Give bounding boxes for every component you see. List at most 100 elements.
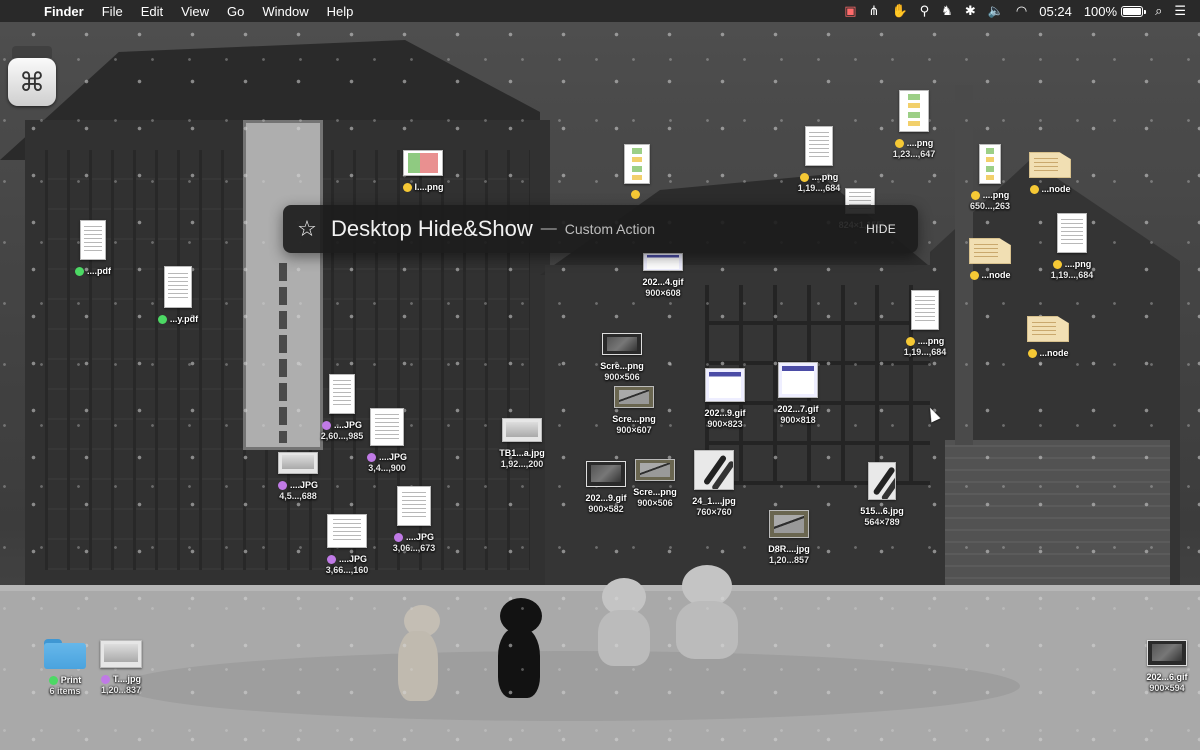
- desktop-file[interactable]: 202...4.gif 900×608: [618, 253, 708, 299]
- file-thumbnail[interactable]: [397, 486, 431, 526]
- file-label: 202...4.gif: [618, 277, 708, 288]
- file-thumbnail[interactable]: [899, 90, 929, 132]
- desktop-file[interactable]: ....JPG 3,66...,160: [302, 514, 392, 576]
- desktop-file[interactable]: Scre...png 900×506: [577, 333, 667, 383]
- desktop-file[interactable]: ...node: [1003, 316, 1093, 359]
- file-thumbnail[interactable]: [1057, 213, 1087, 253]
- menu-help[interactable]: Help: [318, 4, 363, 19]
- file-thumbnail[interactable]: [80, 220, 106, 260]
- desktop-file[interactable]: ....png 1,19...,684: [880, 290, 970, 358]
- file-thumbnail[interactable]: [769, 510, 809, 538]
- desktop-file[interactable]: ....JPG 4,5...,688: [253, 452, 343, 502]
- desktop-file[interactable]: Scre...png 900×607: [589, 386, 679, 436]
- file-info: 900×506: [604, 372, 640, 382]
- battery-status[interactable]: 100%: [1078, 4, 1149, 19]
- desktop-file[interactable]: 202...6.gif 900×594: [1122, 640, 1200, 694]
- file-name: 202...7.gif: [777, 404, 819, 414]
- desktop-file[interactable]: ...node: [1005, 152, 1095, 195]
- file-thumbnail[interactable]: [643, 253, 683, 271]
- file-info: 650...,263: [969, 201, 1011, 211]
- tag-dot-icon: [969, 271, 979, 280]
- desktop-file[interactable]: 24_1....jpg 760×760: [669, 450, 759, 518]
- file-thumbnail[interactable]: [868, 462, 896, 500]
- file-thumbnail[interactable]: [100, 640, 142, 668]
- menu-view[interactable]: View: [172, 4, 218, 19]
- menu-window[interactable]: Window: [253, 4, 317, 19]
- file-thumbnail[interactable]: [911, 290, 939, 330]
- file-info: 1,19...,684: [1050, 270, 1094, 280]
- file-label: T....jpg: [76, 674, 166, 685]
- file-name: ....JPG: [405, 532, 434, 542]
- file-label: 202...6.gif: [1122, 672, 1200, 683]
- hide-button[interactable]: HIDE: [866, 222, 896, 236]
- file-info: 900×607: [616, 425, 652, 435]
- file-thumbnail[interactable]: [614, 386, 654, 408]
- tag-dot-icon: [1029, 185, 1039, 194]
- hud-separator: —: [540, 220, 557, 237]
- volume-icon[interactable]: 🔈: [982, 3, 1010, 19]
- file-label: ...y.pdf: [133, 314, 223, 325]
- calendar-badge-icon[interactable]: ▣: [838, 3, 862, 19]
- file-thumbnail[interactable]: [979, 144, 1001, 184]
- menu-go[interactable]: Go: [218, 4, 253, 19]
- file-name: 515...6.jpg: [860, 506, 904, 516]
- file-thumbnail[interactable]: [705, 368, 745, 402]
- file-thumbnail[interactable]: [403, 150, 443, 176]
- menu-app-name[interactable]: Finder: [40, 4, 93, 19]
- desktop-file[interactable]: D8R....jpg 1,20...857: [744, 510, 834, 566]
- custom-action-hud: ☆ Desktop Hide&Show — Custom Action HIDE: [283, 205, 918, 253]
- file-thumbnail[interactable]: [1027, 316, 1069, 342]
- file-thumbnail[interactable]: [969, 238, 1011, 264]
- desktop-file[interactable]: I....png: [378, 150, 468, 193]
- desktop-file[interactable]: 202...7.gif 900×818: [753, 362, 843, 426]
- file-label: 202...7.gif: [753, 404, 843, 415]
- file-name: ...node: [981, 270, 1011, 280]
- file-name: ....JPG: [378, 452, 407, 462]
- file-thumbnail[interactable]: [602, 333, 642, 355]
- desktop-file[interactable]: ....pdf: [48, 220, 138, 277]
- desktop-file[interactable]: ....png 1,19...,684: [1027, 213, 1117, 281]
- desktop-file[interactable]: ...y.pdf: [133, 266, 223, 325]
- file-thumbnail[interactable]: [694, 450, 734, 490]
- bluetooth-icon[interactable]: ✱: [959, 3, 982, 19]
- file-name: Scre...png: [612, 414, 656, 424]
- file-name: ....JPG: [338, 554, 367, 564]
- desktop-file[interactable]: ....png 1,19...,684: [774, 126, 864, 194]
- menu-edit[interactable]: Edit: [132, 4, 172, 19]
- desktop-file[interactable]: ....JPG 3,4...,900: [342, 408, 432, 474]
- menu-file[interactable]: File: [93, 4, 132, 19]
- file-thumbnail[interactable]: [164, 266, 192, 308]
- broom-icon[interactable]: ⚲: [914, 3, 936, 19]
- pitchfork-icon[interactable]: ⋔: [863, 3, 886, 19]
- clock[interactable]: 05:24: [1033, 4, 1078, 19]
- file-thumbnail[interactable]: [805, 126, 833, 166]
- file-info: 900×594: [1149, 683, 1185, 693]
- file-thumbnail[interactable]: [327, 514, 367, 548]
- file-thumbnail[interactable]: [502, 418, 542, 442]
- file-thumbnail[interactable]: [370, 408, 404, 446]
- hand-gesture-icon[interactable]: ✋: [885, 3, 913, 19]
- file-name: ....png: [811, 172, 839, 182]
- file-thumbnail[interactable]: [1029, 152, 1071, 178]
- keyboard-app-icon[interactable]: ⌘: [8, 46, 56, 106]
- wifi-icon[interactable]: ◠: [1010, 3, 1033, 19]
- desktop-file[interactable]: TB1...a.jpg 1,92...,200: [477, 418, 567, 470]
- file-info: 900×608: [645, 288, 681, 298]
- search-icon[interactable]: ⌕: [1149, 3, 1168, 19]
- horse-icon[interactable]: ♞: [935, 3, 959, 19]
- file-thumbnail[interactable]: [624, 144, 650, 184]
- file-thumbnail[interactable]: [778, 362, 818, 398]
- file-thumbnail[interactable]: [278, 452, 318, 474]
- file-label: ....JPG: [342, 452, 432, 463]
- desktop-file[interactable]: 515...6.jpg 564×789: [837, 462, 927, 528]
- file-thumbnail[interactable]: [1147, 640, 1187, 666]
- desktop-file[interactable]: [592, 144, 682, 199]
- file-label: ....JPG: [302, 554, 392, 565]
- tag-dot-icon: [631, 190, 640, 199]
- desktop-file[interactable]: ...node: [945, 238, 1035, 281]
- tag-dot-icon: [1027, 349, 1037, 358]
- desktop-file[interactable]: T....jpg 1,20...837: [76, 640, 166, 696]
- file-label: ...node: [945, 270, 1035, 281]
- list-icon[interactable]: ☰: [1168, 3, 1192, 19]
- star-icon: ☆: [297, 216, 317, 241]
